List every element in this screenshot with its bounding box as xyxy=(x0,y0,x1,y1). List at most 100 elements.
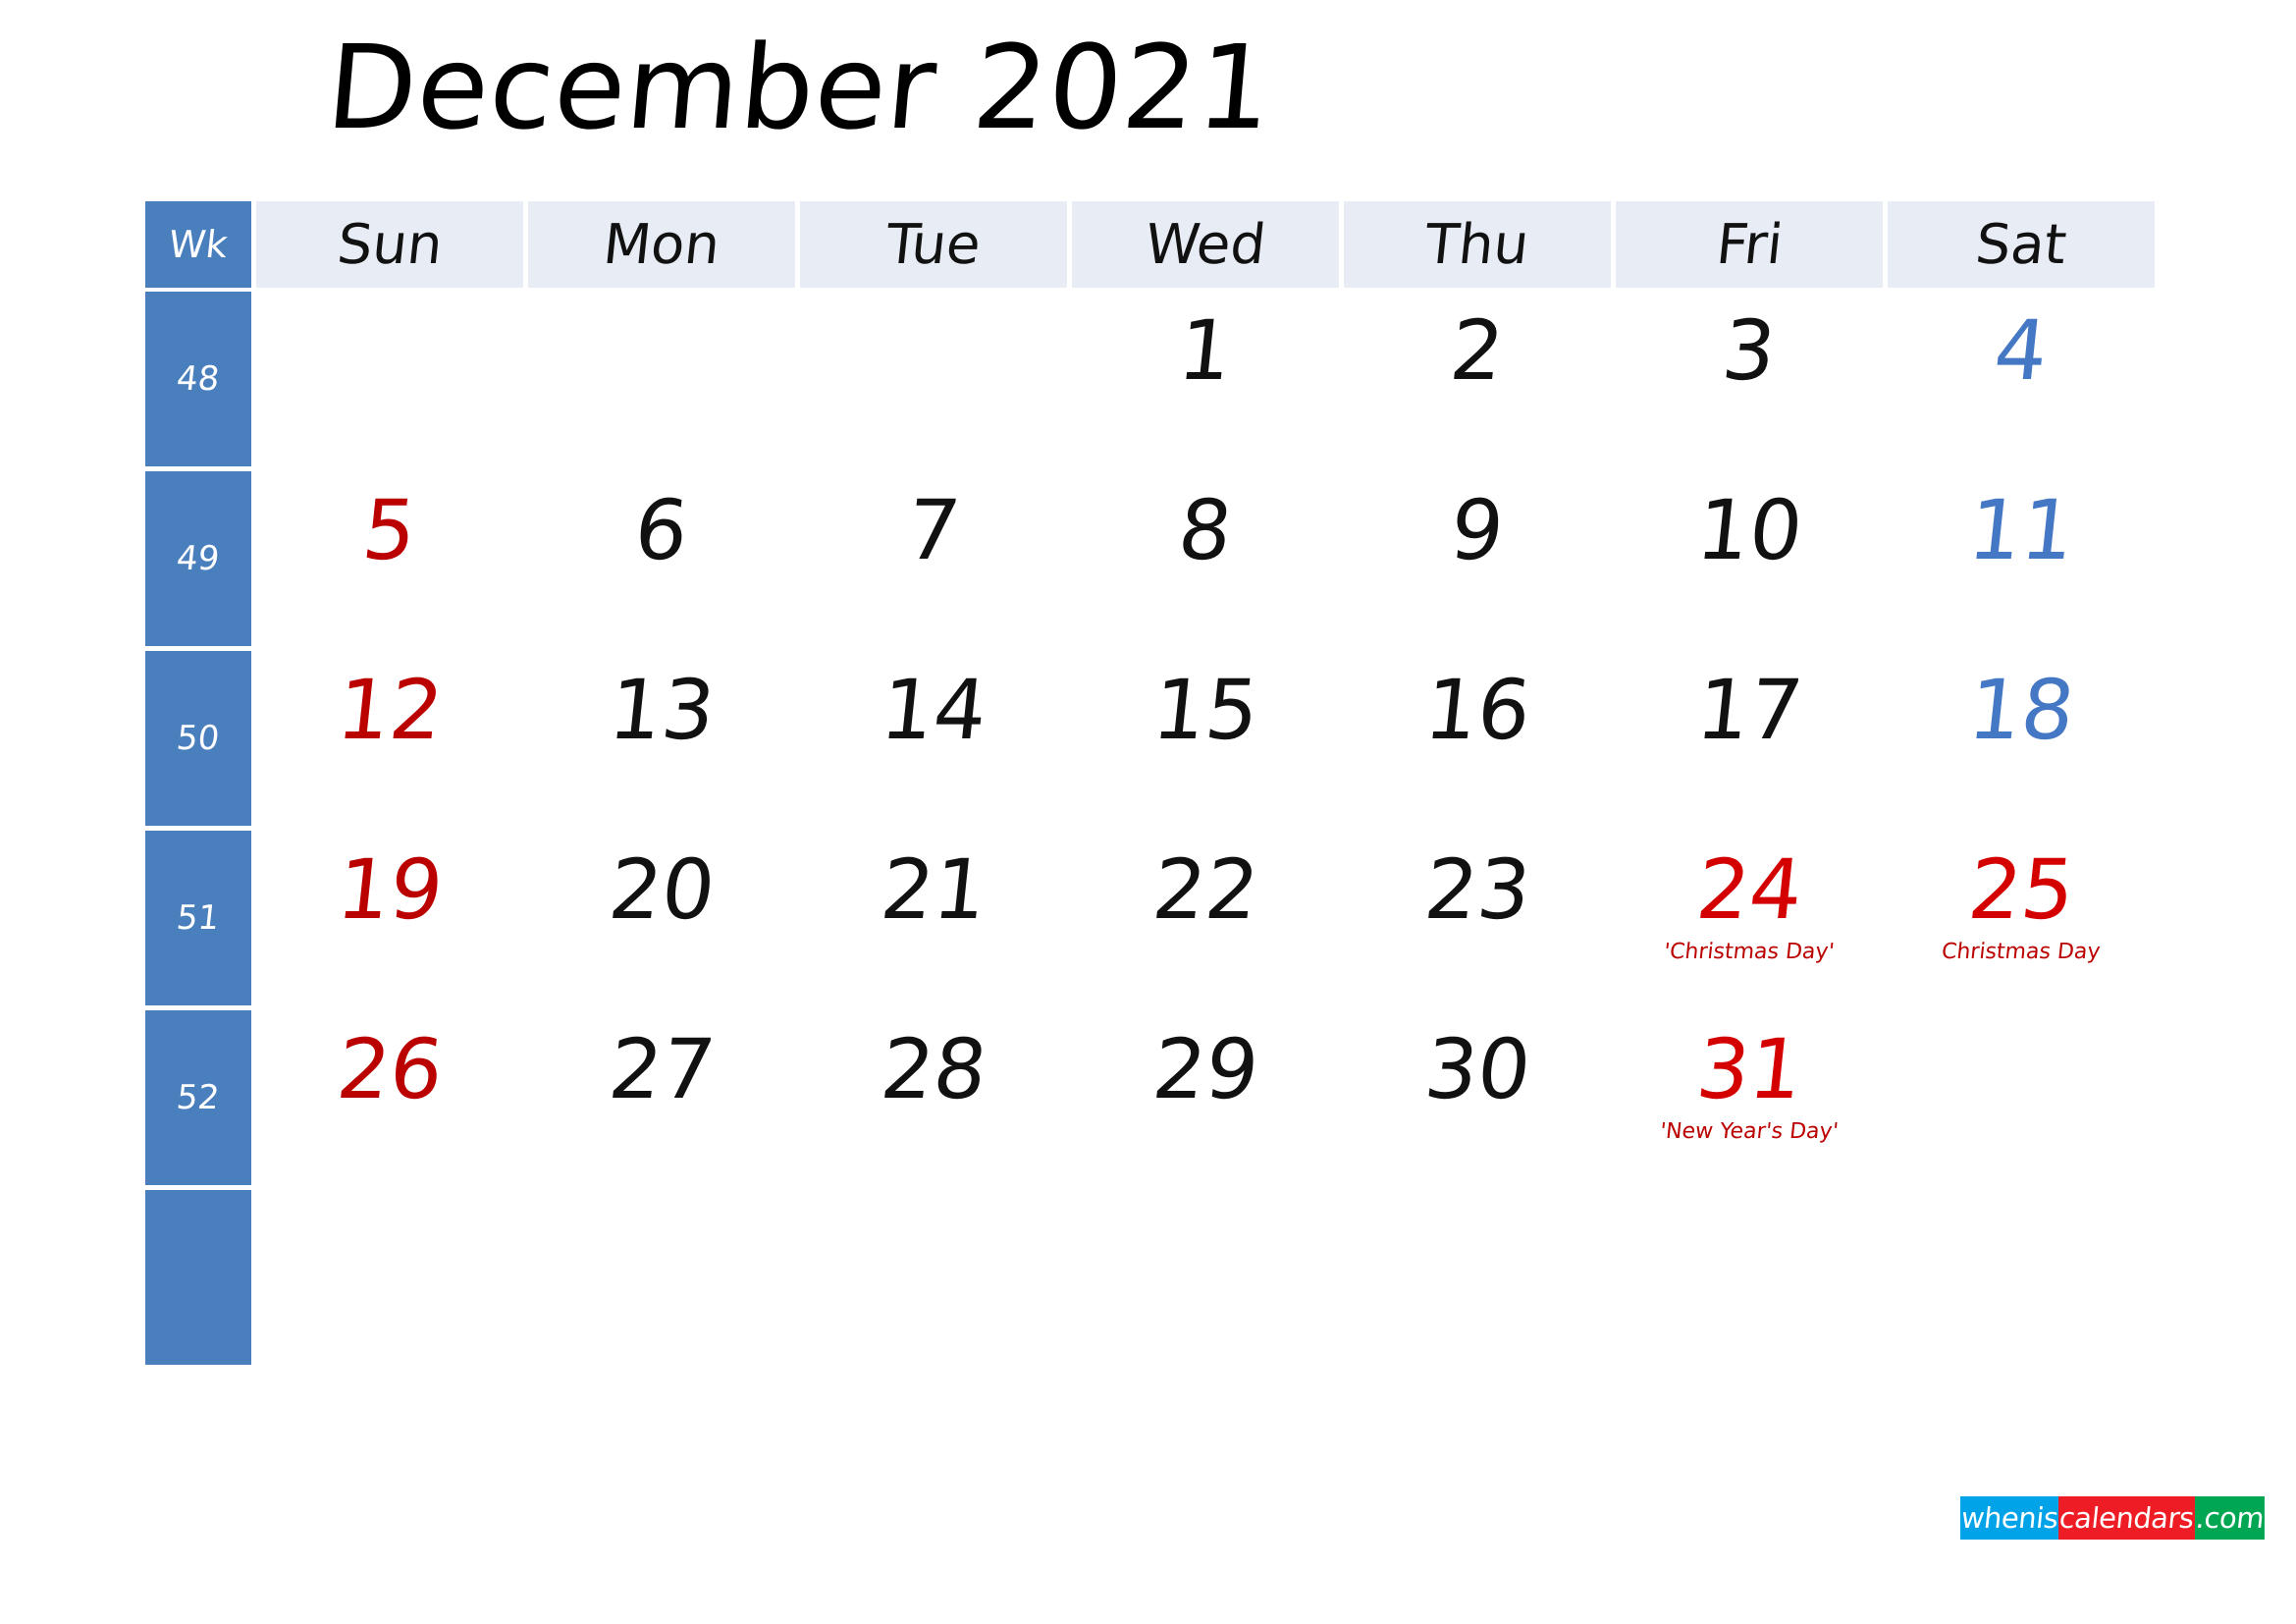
day-cell-tue[interactable]: 14 xyxy=(800,651,1067,826)
day-number: 14 xyxy=(876,662,991,758)
logo-segment-calendars: calendars xyxy=(2057,1496,2196,1540)
day-cell-thu[interactable]: 30 xyxy=(1344,1010,1611,1185)
page-title: December 2021 xyxy=(321,20,1279,155)
day-cell-thu[interactable]: 23 xyxy=(1344,831,1611,1005)
day-cell-thu xyxy=(1344,1190,1611,1365)
day-number: 12 xyxy=(332,662,448,758)
day-event-label: Christmas Day xyxy=(1941,940,2103,964)
day-cell-fri[interactable]: 17 xyxy=(1616,651,1883,826)
site-logo[interactable]: whenis calendars .com xyxy=(1958,1496,2266,1540)
header-day-tue: Tue xyxy=(800,201,1067,288)
week-number-cell: 51 xyxy=(145,831,251,1005)
calendar-week-row: 48 1 2 3 4 xyxy=(145,292,2155,466)
day-cell-wed[interactable]: 29 xyxy=(1072,1010,1339,1185)
day-cell-sun[interactable]: 12 xyxy=(256,651,523,826)
day-cell-mon[interactable]: 6 xyxy=(528,471,795,646)
day-cell-fri[interactable]: 3 xyxy=(1616,292,1883,466)
day-cell-sun[interactable]: 26 xyxy=(256,1010,523,1185)
day-number: 28 xyxy=(876,1021,991,1117)
day-cell-tue xyxy=(800,292,1067,466)
logo-text-whenis: whenis xyxy=(1958,1501,2059,1535)
day-number: 21 xyxy=(876,841,991,938)
day-number: 4 xyxy=(1990,302,2053,399)
calendar-week-row xyxy=(145,1190,2155,1365)
calendar-body: 48 1 2 3 4 49 5 6 7 8 9 10 11 50 12 13 14 15 16 17 18 51 19 20 2… xyxy=(145,292,2155,1365)
day-number: 2 xyxy=(1446,302,1509,399)
logo-segment-com: .com xyxy=(2194,1496,2266,1540)
day-cell-sat[interactable]: 18 xyxy=(1888,651,2155,826)
day-cell-tue xyxy=(800,1190,1067,1365)
day-cell-wed[interactable]: 1 xyxy=(1072,292,1339,466)
header-day-label: Fri xyxy=(1713,212,1786,277)
logo-text-calendars: calendars xyxy=(2057,1501,2196,1535)
header-day-label: Tue xyxy=(882,212,985,277)
header-day-label: Wed xyxy=(1142,212,1269,277)
day-cell-mon[interactable]: 13 xyxy=(528,651,795,826)
header-day-fri: Fri xyxy=(1616,201,1883,288)
day-cell-wed[interactable]: 22 xyxy=(1072,831,1339,1005)
day-cell-mon xyxy=(528,1190,795,1365)
day-number: 23 xyxy=(1419,841,1535,938)
header-day-sat: Sat xyxy=(1888,201,2155,288)
day-number: 24 xyxy=(1691,841,1807,938)
day-number: 22 xyxy=(1148,841,1263,938)
day-event-label: 'Christmas Day' xyxy=(1663,940,1837,964)
day-cell-tue[interactable]: 28 xyxy=(800,1010,1067,1185)
calendar-grid: Wk Sun Mon Tue Wed Thu Fri Sat 48 1 2 3 4 49 5… xyxy=(145,201,2155,1365)
day-cell-sun xyxy=(256,1190,523,1365)
day-cell-thu[interactable]: 16 xyxy=(1344,651,1611,826)
day-cell-tue[interactable]: 7 xyxy=(800,471,1067,646)
calendar-week-row: 49 5 6 7 8 9 10 11 xyxy=(145,471,2155,646)
calendar-week-row: 51 19 20 21 22 23 24 'Christmas Day' 25 Christmas… xyxy=(145,831,2155,1005)
day-cell-wed xyxy=(1072,1190,1339,1365)
day-number: 10 xyxy=(1691,482,1807,578)
day-number: 19 xyxy=(332,841,448,938)
day-cell-wed[interactable]: 15 xyxy=(1072,651,1339,826)
day-cell-sat[interactable]: 4 xyxy=(1888,292,2155,466)
day-cell-thu[interactable]: 2 xyxy=(1344,292,1611,466)
day-number: 25 xyxy=(1963,841,2079,938)
day-number: 1 xyxy=(1174,302,1237,399)
day-cell-thu[interactable]: 9 xyxy=(1344,471,1611,646)
week-number: 48 xyxy=(175,359,222,399)
day-cell-sat[interactable]: 11 xyxy=(1888,471,2155,646)
day-number: 16 xyxy=(1419,662,1535,758)
header-day-thu: Thu xyxy=(1344,201,1611,288)
day-number: 31 xyxy=(1691,1021,1807,1117)
day-cell-sat xyxy=(1888,1010,2155,1185)
day-cell-wed[interactable]: 8 xyxy=(1072,471,1339,646)
week-number: 50 xyxy=(175,719,222,758)
week-number-cell xyxy=(145,1190,251,1365)
day-cell-fri[interactable]: 24 'Christmas Day' xyxy=(1616,831,1883,1005)
day-number: 26 xyxy=(332,1021,448,1117)
day-number: 13 xyxy=(604,662,720,758)
week-number-cell: 49 xyxy=(145,471,251,646)
day-cell-mon[interactable]: 20 xyxy=(528,831,795,1005)
day-cell-mon[interactable]: 27 xyxy=(528,1010,795,1185)
day-number: 30 xyxy=(1419,1021,1535,1117)
calendar-header-row: Wk Sun Mon Tue Wed Thu Fri Sat xyxy=(145,201,2155,288)
header-day-mon: Mon xyxy=(528,201,795,288)
day-cell-sun[interactable]: 19 xyxy=(256,831,523,1005)
day-cell-fri[interactable]: 10 xyxy=(1616,471,1883,646)
week-number-cell: 50 xyxy=(145,651,251,826)
day-number: 15 xyxy=(1148,662,1263,758)
calendar-week-row: 52 26 27 28 29 30 31 'New Year's Day' xyxy=(145,1010,2155,1185)
day-cell-fri xyxy=(1616,1190,1883,1365)
day-cell-tue[interactable]: 21 xyxy=(800,831,1067,1005)
header-day-wed: Wed xyxy=(1072,201,1339,288)
day-number: 29 xyxy=(1148,1021,1263,1117)
day-number: 5 xyxy=(358,482,421,578)
day-cell-sat xyxy=(1888,1190,2155,1365)
week-number: 49 xyxy=(175,539,222,578)
header-day-label: Sat xyxy=(1972,212,2070,277)
day-cell-sun[interactable]: 5 xyxy=(256,471,523,646)
header-day-label: Sun xyxy=(334,212,446,277)
week-number-cell: 52 xyxy=(145,1010,251,1185)
day-number: 3 xyxy=(1718,302,1781,399)
week-number-cell: 48 xyxy=(145,292,251,466)
day-cell-fri[interactable]: 31 'New Year's Day' xyxy=(1616,1010,1883,1185)
day-cell-sun xyxy=(256,292,523,466)
header-day-label: Mon xyxy=(600,212,723,277)
day-cell-sat[interactable]: 25 Christmas Day xyxy=(1888,831,2155,1005)
